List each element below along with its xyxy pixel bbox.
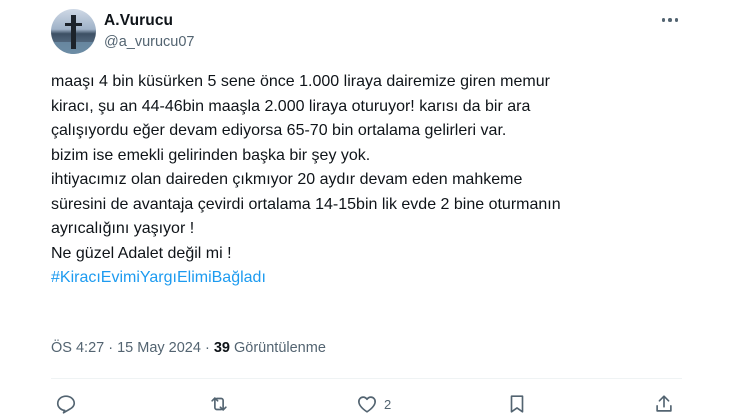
tweet-line: ihtiyacımız olan daireden çıkmıyor 20 ay… [51, 171, 523, 188]
tweet-text: maaşı 4 bin küsürken 5 sene önce 1.000 l… [51, 70, 701, 291]
views-label: Görüntülenme [229, 340, 326, 356]
bookmark-button[interactable] [506, 392, 528, 416]
bookmark-icon [510, 395, 524, 413]
views-count: 39 [213, 340, 230, 356]
tweet-line: bizim ise emekli gelirinden başka bir şe… [51, 146, 371, 164]
like-icon [358, 396, 376, 413]
action-bar: 2 [51, 392, 691, 418]
reply-icon [56, 395, 76, 414]
meta-separator: · [200, 340, 214, 356]
tweet-line: çalışıyordu eğer devam ediyorsa 65-70 bi… [51, 122, 507, 139]
retweet-button[interactable] [208, 392, 230, 416]
more-options-icon[interactable] [658, 13, 682, 27]
tweet-line: Ne güzel Adalet değil mi ! [51, 244, 232, 262]
tweet-line: maaşı 4 bin küsürken 5 sene önce 1.000 l… [51, 73, 550, 90]
tweet-time[interactable]: ÖS 4:27 [51, 340, 104, 356]
avatar[interactable] [51, 9, 96, 54]
share-button[interactable] [653, 392, 675, 416]
like-button[interactable]: 2 [356, 392, 391, 416]
tweet-line: kiracı, şu an 44-46bin maaşla 2.000 lira… [51, 97, 531, 115]
tweet-line: süresini de avantaja çevirdi ortalama 14… [51, 195, 561, 213]
meta-separator: · [104, 340, 118, 356]
reply-button[interactable] [55, 392, 77, 416]
like-count: 2 [384, 396, 392, 412]
author-name[interactable]: A.Vurucu [104, 12, 173, 30]
tweet-line: ayrıcalığını yaşıyor ! [51, 220, 195, 237]
tweet-date[interactable]: 15 May 2024 [117, 340, 201, 356]
hashtag-link[interactable]: #KiracıEvimiYargıElimiBağladı [51, 269, 266, 286]
tweet-meta: ÖS 4:27 · 15 May 2024 · 39 Görüntülenme [51, 340, 326, 356]
retweet-icon [211, 397, 227, 411]
author-handle[interactable]: @a_vurucu07 [104, 34, 195, 50]
share-icon [656, 395, 672, 412]
divider [51, 378, 682, 379]
